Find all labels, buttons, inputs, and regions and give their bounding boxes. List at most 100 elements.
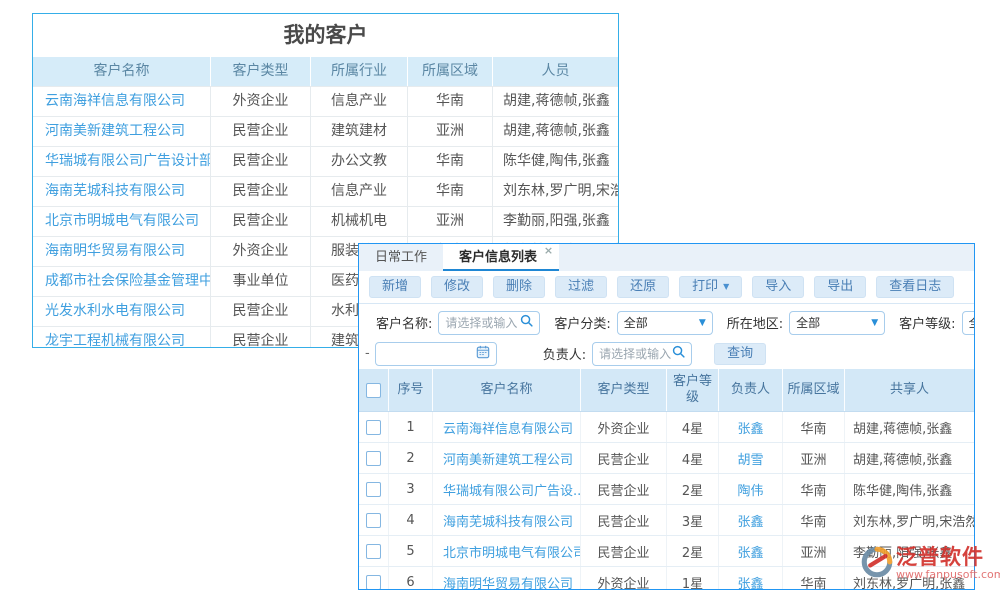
row-number-cell: 5 [389, 536, 433, 566]
tab-customer-info-list[interactable]: 客户信息列表 × [443, 244, 559, 271]
customer-type-cell: 民营企业 [581, 536, 667, 566]
customer-name-link[interactable]: 北京市明城电气有限公司 [33, 207, 211, 236]
column-header-customer-name: 客户名称 [33, 57, 211, 86]
restore-button[interactable]: 还原 [617, 276, 669, 298]
view-log-button[interactable]: 查看日志 [876, 276, 954, 298]
column-header-shared: 共享人 [845, 369, 974, 411]
checkbox-cell [359, 536, 389, 566]
customer-name-link[interactable]: 云南海祥信息有限公司 [433, 412, 581, 442]
calendar-icon[interactable] [476, 345, 490, 363]
leader-filter-label: 负责人: [543, 344, 586, 363]
watermark-brand: 泛普软件 [896, 545, 1000, 569]
leader-link[interactable]: 陶伟 [719, 474, 783, 504]
region-cell: 亚洲 [408, 207, 493, 236]
shared-cell: 胡建,蒋德帧,张鑫 [845, 412, 974, 442]
column-header-personnel: 人员 [493, 57, 618, 86]
leader-link[interactable]: 张鑫 [719, 567, 783, 590]
caret-down-icon: ▼ [871, 318, 878, 328]
row-checkbox[interactable] [366, 513, 381, 528]
customer-name-link[interactable]: 海南明华贸易有限公司 [33, 237, 211, 266]
level-cell: 2星 [667, 474, 719, 504]
level-cell: 2星 [667, 536, 719, 566]
customer-type-cell: 民营企业 [211, 117, 311, 146]
customer-type-cell: 民营企业 [211, 207, 311, 236]
column-header-customer-type: 客户类型 [211, 57, 311, 86]
customer-name-link[interactable]: 华瑞城有限公司广告设... [433, 474, 581, 504]
customer-type-cell: 事业单位 [211, 267, 311, 296]
fanpu-logo-icon [860, 545, 894, 583]
select-all-cell [359, 369, 389, 411]
shared-cell: 刘东林,罗广明,宋浩然,张鑫 [845, 505, 974, 535]
screen: 我的客户 客户名称 客户类型 所属行业 所属区域 人员 云南海祥信息有限公司外资… [0, 0, 1000, 600]
customer-name-link[interactable]: 北京市明城电气有限公司 [433, 536, 581, 566]
row-checkbox[interactable] [366, 482, 381, 497]
customer-name-link[interactable]: 云南海祥信息有限公司 [33, 87, 211, 116]
row-number-cell: 4 [389, 505, 433, 535]
region-cell: 华南 [408, 147, 493, 176]
table-row: 华瑞城有限公司广告设计部民营企业办公文教华南陈华健,陶伟,张鑫 [33, 146, 618, 176]
customer-type-cell: 民营企业 [211, 147, 311, 176]
customer-name-link[interactable]: 河南美新建筑工程公司 [433, 443, 581, 473]
level-select[interactable]: 全部 ▼ [962, 311, 975, 335]
caret-down-icon: ▼ [699, 318, 706, 328]
search-icon[interactable] [520, 314, 533, 331]
tab-daily-work[interactable]: 日常工作 [359, 244, 443, 271]
tab-label: 客户信息列表 [459, 250, 537, 265]
customer-name-link[interactable]: 龙宇工程机械有限公司 [33, 327, 211, 348]
customer-name-input[interactable]: 请选择或输入 [438, 311, 540, 335]
date-input[interactable] [375, 342, 497, 366]
column-header-no: 序号 [389, 369, 433, 411]
customer-name-link[interactable]: 光发水利水电有限公司 [33, 297, 211, 326]
modify-button[interactable]: 修改 [431, 276, 483, 298]
level-cell: 3星 [667, 505, 719, 535]
customer-type-cell: 民营企业 [581, 474, 667, 504]
select-all-checkbox[interactable] [366, 383, 381, 398]
customer-name-link[interactable]: 成都市社会保险基金管理中心 [33, 267, 211, 296]
leader-link[interactable]: 胡雪 [719, 443, 783, 473]
customer-name-link[interactable]: 华瑞城有限公司广告设计部 [33, 147, 211, 176]
row-checkbox[interactable] [366, 575, 381, 590]
row-checkbox[interactable] [366, 420, 381, 435]
row-checkbox[interactable] [366, 544, 381, 559]
column-header-customer-name: 客户名称 [433, 369, 581, 411]
row-checkbox[interactable] [366, 451, 381, 466]
add-button[interactable]: 新增 [369, 276, 421, 298]
personnel-cell: 刘东林,罗广明,宋浩然,张鑫 [493, 177, 618, 206]
shared-cell: 陈华健,陶伟,张鑫 [845, 474, 974, 504]
column-header-customer-type: 客户类型 [581, 369, 667, 411]
filter-button[interactable]: 过滤 [555, 276, 607, 298]
industry-cell: 建筑建材 [311, 117, 408, 146]
close-icon[interactable]: × [544, 244, 553, 258]
export-button[interactable]: 导出 [814, 276, 866, 298]
leader-link[interactable]: 张鑫 [719, 412, 783, 442]
print-button[interactable]: 打印▼ [679, 276, 742, 298]
query-button[interactable]: 查询 [714, 343, 766, 365]
level-value: 全部 [969, 314, 975, 331]
delete-button[interactable]: 删除 [493, 276, 545, 298]
import-button[interactable]: 导入 [752, 276, 804, 298]
level-cell: 1星 [667, 567, 719, 590]
column-header-region: 所属区域 [783, 369, 845, 411]
area-select[interactable]: 全部 ▼ [789, 311, 885, 335]
level-filter-label: 客户等级: [899, 313, 955, 332]
leader-input[interactable]: 请选择或输入 [592, 342, 692, 366]
customer-name-link[interactable]: 海南芜城科技有限公司 [433, 505, 581, 535]
table-row: 4海南芜城科技有限公司民营企业3星张鑫华南刘东林,罗广明,宋浩然,张鑫 [359, 505, 974, 536]
customer-type-cell: 民营企业 [211, 177, 311, 206]
customer-name-link[interactable]: 海南明华贸易有限公司 [433, 567, 581, 590]
customer-name-link[interactable]: 河南美新建筑工程公司 [33, 117, 211, 146]
shared-cell: 胡建,蒋德帧,张鑫 [845, 443, 974, 473]
my-customers-header: 客户名称 客户类型 所属行业 所属区域 人员 [33, 57, 618, 86]
row-number-cell: 1 [389, 412, 433, 442]
region-cell: 华南 [783, 505, 845, 535]
level-cell: 4星 [667, 412, 719, 442]
customer-type-cell: 外资企业 [211, 87, 311, 116]
search-icon[interactable] [672, 345, 685, 362]
row-number-cell: 3 [389, 474, 433, 504]
customer-type-cell: 民营企业 [581, 443, 667, 473]
industry-cell: 信息产业 [311, 87, 408, 116]
category-select[interactable]: 全部 ▼ [617, 311, 713, 335]
leader-link[interactable]: 张鑫 [719, 505, 783, 535]
leader-link[interactable]: 张鑫 [719, 536, 783, 566]
customer-name-link[interactable]: 海南芜城科技有限公司 [33, 177, 211, 206]
